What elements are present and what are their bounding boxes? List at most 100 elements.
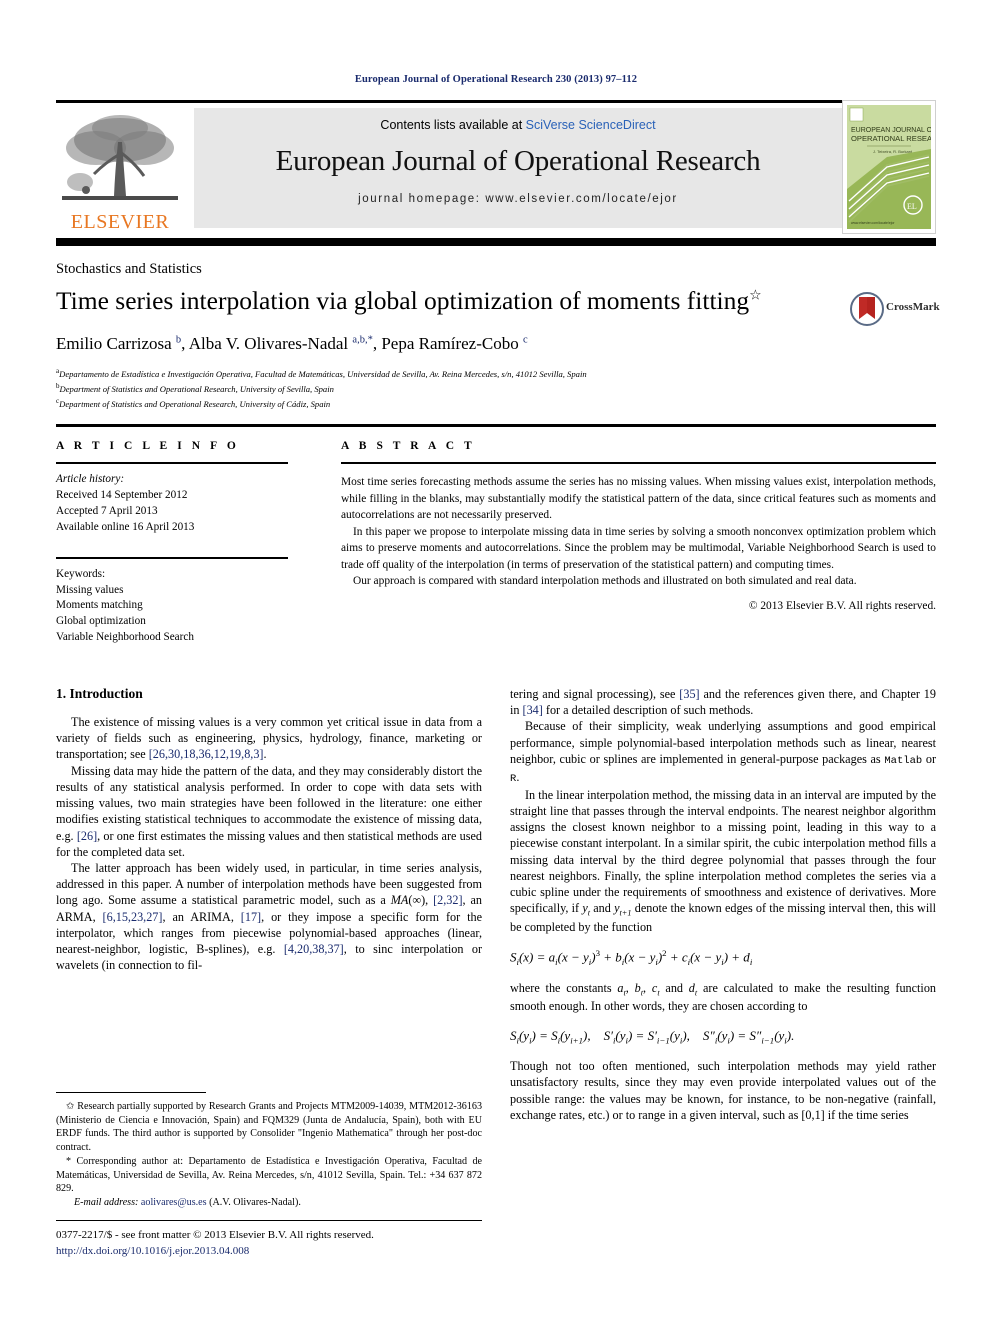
body-paragraph: In the linear interpolation method, the … bbox=[510, 787, 936, 934]
body-paragraph: Missing data may hide the pattern of the… bbox=[56, 763, 482, 859]
body-paragraph: Because of their simplicity, weak underl… bbox=[510, 719, 937, 785]
footnote-block: ✩ Research partially supported by Resear… bbox=[56, 1100, 482, 1210]
citation-ref[interactable]: [35] bbox=[679, 687, 699, 701]
abstract-heading: A B S T R A C T bbox=[341, 440, 476, 452]
crossmark-badge[interactable]: CrossMark bbox=[850, 292, 944, 326]
history-item: Available online 16 April 2013 bbox=[56, 520, 195, 533]
title-footnote-marker-icon[interactable]: ☆ bbox=[749, 289, 762, 304]
author-affil-marker: c bbox=[522, 334, 528, 346]
footnote-grant-text: Research partially supported by Research… bbox=[56, 1101, 482, 1154]
body-paragraph: The existence of missing values is a ver… bbox=[56, 715, 482, 762]
page-title: Time series interpolation via global opt… bbox=[56, 286, 836, 317]
journal-homepage[interactable]: journal homepage: www.elsevier.com/locat… bbox=[194, 193, 842, 205]
footnote-corresponding: * Corresponding author at: Departamento … bbox=[56, 1155, 482, 1196]
crossmark-label: CrossMark bbox=[886, 301, 940, 313]
sciencedirect-link[interactable]: SciVerse ScienceDirect bbox=[526, 118, 656, 132]
citation-ref[interactable]: [6,15,23,27] bbox=[103, 910, 163, 924]
svg-text:EL: EL bbox=[907, 202, 917, 211]
crossmark-icon bbox=[850, 292, 884, 326]
footnote-rule bbox=[56, 1092, 206, 1093]
cover-image-icon: EUROPEAN JOURNAL OF OPERATIONAL RESEARCH… bbox=[847, 105, 931, 229]
running-head: European Journal of Operational Research… bbox=[354, 74, 638, 85]
abstract-paragraph: In this paper we propose to interpolate … bbox=[341, 525, 936, 571]
history-item: Accepted 7 April 2013 bbox=[56, 504, 158, 517]
code-matlab: Matlab bbox=[884, 754, 923, 767]
article-title-text: Time series interpolation via global opt… bbox=[56, 286, 750, 315]
elsevier-wordmark: ELSEVIER bbox=[70, 211, 170, 233]
article-history-block: Article history: Received 14 September 2… bbox=[56, 472, 288, 536]
contents-line: Contents lists available at SciVerse Sci… bbox=[194, 118, 842, 132]
body-column-left: 1. Introduction The existence of missing… bbox=[56, 686, 482, 974]
article-info-rule bbox=[56, 462, 288, 464]
email-owner: (A.V. Olivares-Nadal). bbox=[209, 1197, 301, 1209]
author-list: Emilio Carrizosa b, Alba V. Olivares-Nad… bbox=[56, 334, 528, 353]
article-info-column: A R T I C L E I N F O Article history: R… bbox=[56, 440, 288, 646]
affiliation-item: cDepartment of Statistics and Operationa… bbox=[56, 396, 856, 411]
author-affil-marker: b bbox=[175, 334, 182, 346]
code-r: R bbox=[510, 772, 517, 785]
journal-cover-thumbnail[interactable]: EUROPEAN JOURNAL OF OPERATIONAL RESEARCH… bbox=[842, 100, 936, 234]
citation-ref[interactable]: [2,32] bbox=[433, 893, 462, 907]
footnote-email: E-mail address: aolivares@us.es (A.V. Ol… bbox=[56, 1196, 482, 1210]
cover-artwork: EUROPEAN JOURNAL OF OPERATIONAL RESEARCH… bbox=[847, 105, 931, 229]
body-paragraph: tering and signal processing), see [35] … bbox=[510, 687, 936, 718]
equation-spline-definition: Si(x) = ai(x − yi)3 + bi(x − yi)2 + ci(x… bbox=[510, 948, 753, 967]
email-link[interactable]: aolivares@us.es bbox=[141, 1197, 207, 1208]
affiliation-text: Department of Statistics and Operational… bbox=[59, 399, 331, 410]
abstract-body: Most time series forecasting methods ass… bbox=[341, 474, 936, 590]
article-info-heading: A R T I C L E I N F O bbox=[56, 440, 240, 452]
citation-ref[interactable]: [26] bbox=[77, 829, 97, 843]
footer-rule bbox=[56, 1220, 482, 1221]
author-affil-marker: a,b,* bbox=[352, 334, 373, 346]
abstract-copyright: © 2013 Elsevier B.V. All rights reserved… bbox=[748, 599, 936, 612]
history-item: Received 14 September 2012 bbox=[56, 488, 188, 501]
abstract-column: A B S T R A C T Most time series forecas… bbox=[341, 440, 936, 612]
elsevier-tree-icon bbox=[62, 115, 178, 200]
citation-ref[interactable]: [17] bbox=[241, 910, 261, 924]
masthead-panel: Contents lists available at SciVerse Sci… bbox=[194, 108, 842, 228]
email-label: E-mail address: bbox=[74, 1197, 139, 1209]
footnote-marker-corresponding: * bbox=[66, 1155, 72, 1167]
citation-ref[interactable]: [26,30,18,36,12,19,8,3] bbox=[149, 747, 264, 761]
abstract-paragraph: Most time series forecasting methods ass… bbox=[341, 476, 936, 522]
abstract-paragraph: Our approach is compared with standard i… bbox=[353, 575, 857, 588]
svg-text:EUROPEAN JOURNAL OF: EUROPEAN JOURNAL OF bbox=[851, 127, 931, 134]
svg-text:OPERATIONAL RESEARCH: OPERATIONAL RESEARCH bbox=[851, 134, 931, 143]
footnote-corresponding-text: Corresponding author at: Departamento de… bbox=[56, 1155, 482, 1195]
affiliation-item: bDepartment of Statistics and Operationa… bbox=[56, 381, 856, 396]
body-column-right: tering and signal processing), see [35] … bbox=[510, 686, 936, 1123]
equation-smoothness-conditions: Si(yi) = Si(yi+1), S′i(yi) = S′i−1(yi), … bbox=[510, 1027, 795, 1046]
doi-link[interactable]: http://dx.doi.org/10.1016/j.ejor.2013.04… bbox=[56, 1244, 496, 1260]
affiliation-text: Department of Statistics and Operational… bbox=[59, 384, 334, 395]
footnote-grant: ✩ Research partially supported by Resear… bbox=[56, 1100, 482, 1155]
info-abstract-top-rule bbox=[56, 424, 936, 427]
masthead-black-band bbox=[56, 238, 936, 246]
keyword-item: Global optimization bbox=[56, 615, 146, 628]
issn-copyright-line: 0377-2217/$ - see front matter © 2013 El… bbox=[56, 1229, 374, 1241]
journal-masthead: ELSEVIER Contents lists available at Sci… bbox=[56, 100, 936, 234]
elsevier-logo: ELSEVIER bbox=[56, 108, 184, 234]
svg-text:www.elsevier.com/locate/ejor: www.elsevier.com/locate/ejor bbox=[851, 221, 895, 225]
keywords-label: Keywords: bbox=[56, 567, 106, 580]
body-paragraph: The latter approach has been widely used… bbox=[56, 860, 483, 973]
citation-ref[interactable]: [34] bbox=[523, 703, 543, 717]
affiliation-item: aDepartamento de Estadística e Investiga… bbox=[56, 366, 856, 381]
svg-text:J. Teixeira, R. Burkard: J. Teixeira, R. Burkard bbox=[873, 149, 912, 154]
keywords-block: Keywords: Missing values Moments matchin… bbox=[56, 567, 288, 647]
footnote-marker-grant: ✩ bbox=[66, 1101, 75, 1112]
section-kicker: Stochastics and Statistics bbox=[56, 261, 202, 277]
affiliation-text: Departamento de Estadística e Investigac… bbox=[59, 368, 587, 379]
keyword-item: Missing values bbox=[56, 583, 124, 596]
contents-prefix: Contents lists available at bbox=[380, 118, 526, 132]
article-page: European Journal of Operational Research… bbox=[0, 0, 992, 1323]
keyword-item: Variable Neighborhood Search bbox=[56, 631, 194, 644]
keyword-item: Moments matching bbox=[56, 599, 143, 612]
journal-title: European Journal of Operational Research bbox=[275, 145, 761, 177]
body-paragraph: Though not too often mentioned, such int… bbox=[510, 1059, 936, 1122]
article-history-label: Article history: bbox=[56, 473, 125, 485]
citation-ref[interactable]: [4,20,38,37] bbox=[284, 942, 344, 956]
affiliation-list: aDepartamento de Estadística e Investiga… bbox=[56, 366, 856, 412]
body-paragraph: where the constants at, bt, ct and dt ar… bbox=[510, 980, 937, 1014]
keywords-rule bbox=[56, 556, 288, 559]
page-footer: 0377-2217/$ - see front matter © 2013 El… bbox=[56, 1228, 496, 1259]
